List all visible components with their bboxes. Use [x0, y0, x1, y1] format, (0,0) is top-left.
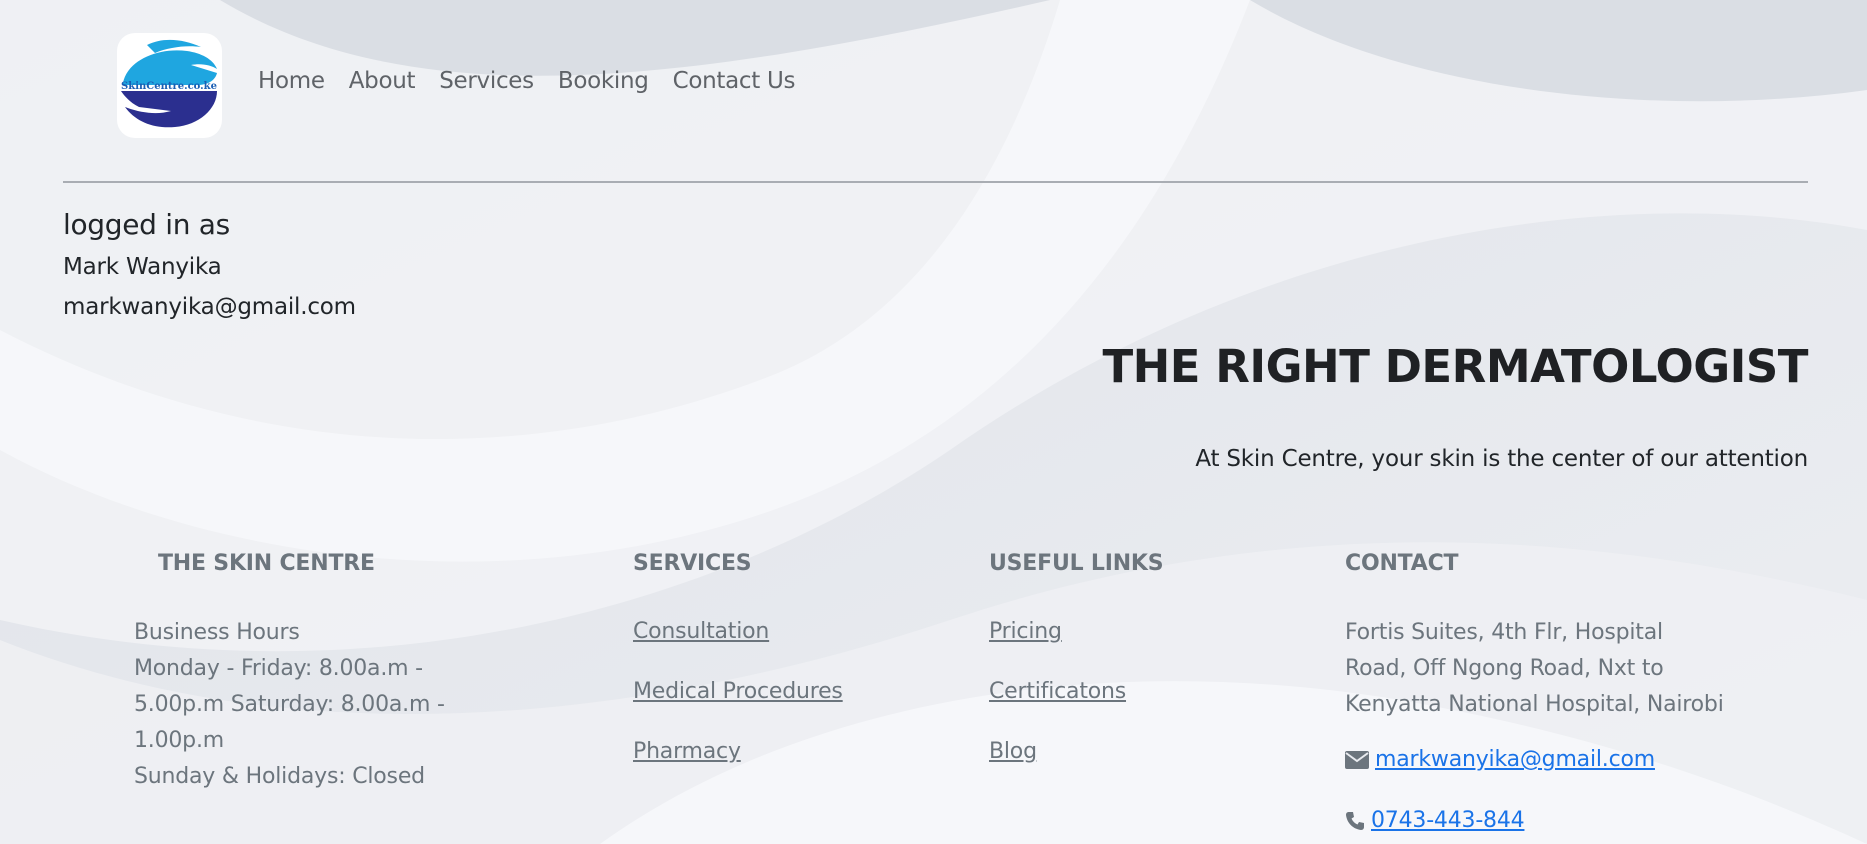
- link-pharmacy[interactable]: Pharmacy: [633, 735, 843, 795]
- footer-contact-heading: CONTACT: [1345, 551, 1459, 576]
- contact-email: markwanyika@gmail.com: [1345, 747, 1655, 772]
- site-logo[interactable]: SkinCentre.co.ke: [117, 33, 222, 138]
- contact-email-link[interactable]: markwanyika@gmail.com: [1375, 747, 1655, 772]
- link-pricing[interactable]: Pricing: [989, 615, 1126, 675]
- address-line: Road, Off Ngong Road, Nxt to: [1345, 656, 1664, 681]
- nav-booking[interactable]: Booking: [558, 68, 649, 94]
- header-divider: [63, 181, 1808, 183]
- business-hours-line: 5.00p.m Saturday: 8.00a.m -: [134, 692, 445, 717]
- link-consultation[interactable]: Consultation: [633, 615, 843, 675]
- link-medical-procedures[interactable]: Medical Procedures: [633, 675, 843, 735]
- footer-useful-links-heading: USEFUL LINKS: [989, 551, 1164, 576]
- address-line: Fortis Suites, 4th Flr, Hospital: [1345, 620, 1663, 645]
- services-links: Consultation Medical Procedures Pharmacy: [633, 615, 843, 795]
- nav-services[interactable]: Services: [439, 68, 534, 94]
- address-line: Kenyatta National Hospital, Nairobi: [1345, 692, 1724, 717]
- user-name: Mark Wanyika: [63, 254, 222, 280]
- hero-title: THE RIGHT DERMATOLOGIST: [1102, 340, 1808, 393]
- link-blog[interactable]: Blog: [989, 735, 1126, 795]
- nav-contact-us[interactable]: Contact Us: [673, 68, 796, 94]
- logged-in-heading: logged in as: [63, 208, 230, 241]
- business-hours-line: Sunday & Holidays: Closed: [134, 764, 425, 789]
- skin-centre-logo-graphic: SkinCentre.co.ke: [121, 39, 217, 128]
- business-hours-line: Monday - Friday: 8.00a.m -: [134, 656, 423, 681]
- phone-icon: [1345, 811, 1365, 831]
- contact-phone: 0743-443-844: [1345, 808, 1525, 833]
- svg-text:SkinCentre.co.ke: SkinCentre.co.ke: [121, 81, 217, 92]
- envelope-icon: [1345, 750, 1369, 769]
- hero-subtitle: At Skin Centre, your skin is the center …: [1195, 446, 1808, 472]
- footer-about-heading: THE SKIN CENTRE: [158, 551, 375, 576]
- nav-about[interactable]: About: [349, 68, 416, 94]
- contact-address: Fortis Suites, 4th Flr, Hospital Road, O…: [1345, 615, 1765, 723]
- business-hours-line: Business Hours: [134, 620, 300, 645]
- user-email: markwanyika@gmail.com: [63, 294, 356, 320]
- business-hours: Business Hours Monday - Friday: 8.00a.m …: [134, 615, 474, 795]
- nav-home[interactable]: Home: [258, 68, 325, 94]
- link-certifications[interactable]: Certificatons: [989, 675, 1126, 735]
- main-nav: Home About Services Booking Contact Us: [258, 68, 819, 94]
- footer-services-heading: SERVICES: [633, 551, 752, 576]
- useful-links: Pricing Certificatons Blog: [989, 615, 1126, 795]
- business-hours-line: 1.00p.m: [134, 728, 224, 753]
- contact-phone-link[interactable]: 0743-443-844: [1371, 808, 1525, 833]
